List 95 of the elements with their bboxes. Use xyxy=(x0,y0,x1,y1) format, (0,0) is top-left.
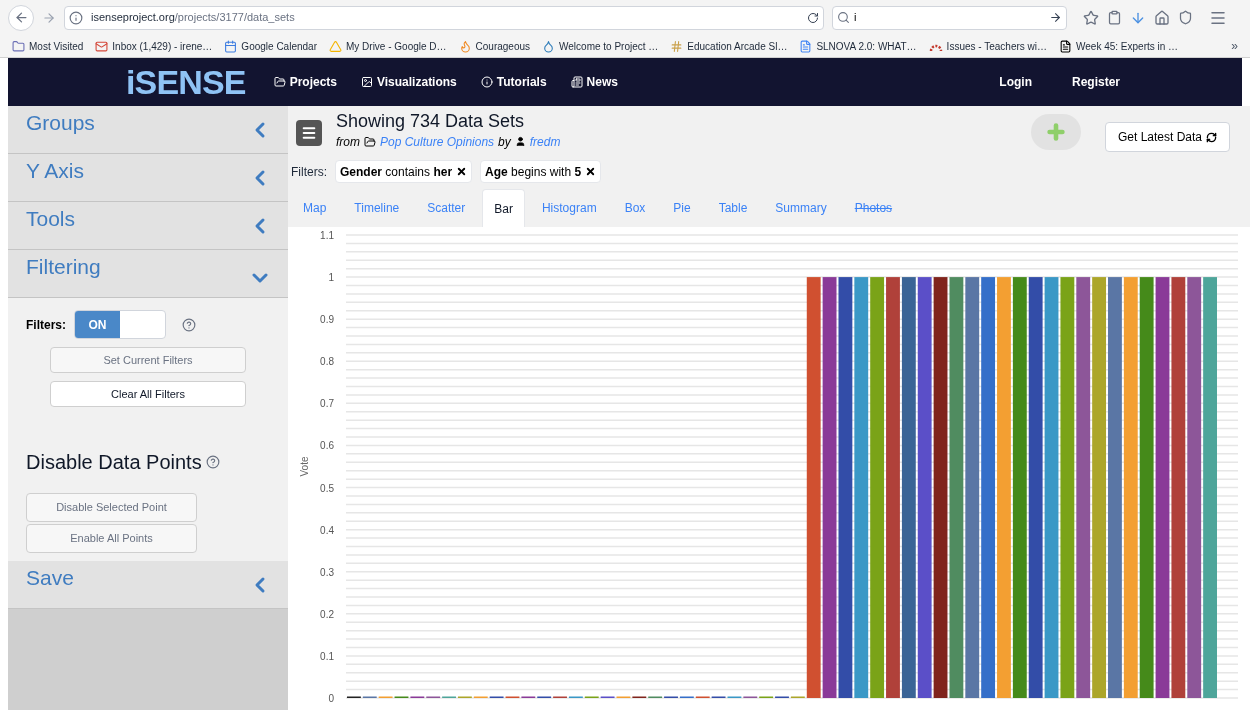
bar[interactable] xyxy=(838,277,853,698)
y-tick-label: 1 xyxy=(328,272,334,284)
info-icon[interactable] xyxy=(69,10,83,25)
bookmark-star-icon[interactable] xyxy=(1083,9,1099,26)
account-link[interactable]: Register xyxy=(1071,73,1120,91)
bookmark-item[interactable]: Courageous xyxy=(458,38,531,54)
bar[interactable] xyxy=(1187,277,1202,698)
filter-chip[interactable]: Age begins with 5 xyxy=(480,160,602,183)
help-icon[interactable] xyxy=(182,317,196,332)
back-arrow-icon xyxy=(13,10,29,25)
y-tick-label: 0.6 xyxy=(320,440,334,452)
y-tick-label: 0.3 xyxy=(320,566,334,578)
mail-icon xyxy=(95,39,109,53)
bookmark-item[interactable]: Education Arcade Sl… xyxy=(670,38,788,54)
tab[interactable]: Bar xyxy=(482,189,525,227)
home-icon[interactable] xyxy=(1154,9,1170,26)
nav-link[interactable]: News xyxy=(586,73,618,91)
nav-link[interactable]: Projects xyxy=(289,73,337,91)
bar[interactable] xyxy=(1139,277,1154,698)
y-tick-label: 1.1 xyxy=(320,230,334,241)
url-text: isenseproject.org/projects/3177/data_sets xyxy=(91,10,295,26)
bar[interactable] xyxy=(949,277,964,698)
y-tick-label: 0.1 xyxy=(320,650,334,662)
bookmark-item[interactable]: Week 45: Experts in … xyxy=(1059,38,1179,54)
menu-toggle-icon[interactable] xyxy=(296,120,322,146)
y-tick-label: 0.9 xyxy=(320,314,334,326)
bookmark-item[interactable]: Inbox (1,429) - irene… xyxy=(95,38,213,54)
remove-icon[interactable] xyxy=(585,166,597,177)
bar[interactable] xyxy=(1028,277,1043,698)
hash-icon xyxy=(670,39,684,53)
y-axis-label: Vote xyxy=(299,456,310,477)
help-icon[interactable] xyxy=(205,455,220,469)
bar[interactable] xyxy=(870,277,885,698)
go-icon[interactable] xyxy=(1049,11,1062,24)
refresh-icon xyxy=(1206,131,1217,143)
disable-heading: Disable Data Points xyxy=(26,450,202,475)
bar[interactable] xyxy=(1171,277,1186,698)
clipboard-icon[interactable] xyxy=(1107,10,1122,25)
bar[interactable] xyxy=(933,277,948,698)
user-icon xyxy=(514,136,526,147)
nav-link[interactable]: Visualizations xyxy=(377,73,457,91)
bar[interactable] xyxy=(917,277,932,698)
search-icon xyxy=(837,11,850,24)
account-link[interactable]: Login xyxy=(999,73,1032,91)
by-text: by xyxy=(498,133,511,151)
overflow-chevron[interactable]: » xyxy=(1231,37,1238,55)
bookmark-item[interactable]: Google Calendar xyxy=(224,38,317,54)
y-tick-label: 0.5 xyxy=(320,482,334,494)
filter-chip[interactable]: Gender contains her xyxy=(335,160,473,183)
folder-icon xyxy=(12,39,25,53)
from-text: from xyxy=(336,133,360,151)
search-field[interactable]: i xyxy=(832,5,1067,30)
filter-toggle[interactable]: ON xyxy=(74,310,166,339)
bookmark-item[interactable]: My Drive - Google D… xyxy=(328,38,447,54)
filters-label: Filters: xyxy=(26,316,66,334)
bookmark-item[interactable]: SLNOVA 2.0: WHAT… xyxy=(799,38,917,54)
get-latest-data-button[interactable]: Get Latest Data xyxy=(1104,122,1230,152)
forward-icon[interactable] xyxy=(42,10,56,25)
drop-icon xyxy=(542,39,556,53)
bar[interactable] xyxy=(822,277,837,698)
flame-icon xyxy=(458,39,472,53)
bar[interactable] xyxy=(1155,277,1170,698)
nav-link[interactable]: Tutorials xyxy=(496,73,547,91)
calendar-icon xyxy=(224,39,238,53)
filters-label: Filters: xyxy=(291,163,327,181)
doc-icon xyxy=(799,39,813,53)
bookmark-item[interactable]: Most Visited xyxy=(12,38,84,54)
bar[interactable] xyxy=(981,277,996,698)
bar[interactable] xyxy=(1076,277,1091,698)
bar[interactable] xyxy=(901,277,916,698)
folder-icon xyxy=(273,76,286,88)
reload-icon[interactable] xyxy=(807,11,819,24)
newspaper-icon xyxy=(570,76,583,88)
image-icon xyxy=(361,76,373,88)
info-icon xyxy=(480,76,493,88)
sidebar-button[interactable]: Clear All Filters xyxy=(50,381,246,407)
menu-lines-icon xyxy=(301,125,317,141)
page-title: Showing 734 Data Sets xyxy=(336,110,526,133)
search-value: i xyxy=(854,10,857,26)
bar[interactable] xyxy=(965,277,980,698)
bar[interactable] xyxy=(1012,277,1027,698)
bookmark-item[interactable]: Issues - Teachers wi… xyxy=(928,38,1047,54)
y-tick-label: 0.2 xyxy=(320,608,334,620)
bookmark-item[interactable]: Welcome to Project … xyxy=(542,38,659,54)
folder-icon xyxy=(364,135,376,148)
isense-logo[interactable]: iSENSE xyxy=(126,65,246,99)
back-button[interactable] xyxy=(8,4,34,31)
plus-icon xyxy=(1044,121,1067,143)
y-tick-label: 0 xyxy=(328,693,334,704)
bar[interactable] xyxy=(806,277,821,698)
remove-icon[interactable] xyxy=(456,166,468,177)
address-bar[interactable]: isenseproject.org/projects/3177/data_sets xyxy=(64,5,824,30)
y-tick-label: 0.7 xyxy=(320,398,334,410)
y-tick-label: 0.4 xyxy=(320,524,334,536)
y-tick-label: 0.8 xyxy=(320,356,334,368)
